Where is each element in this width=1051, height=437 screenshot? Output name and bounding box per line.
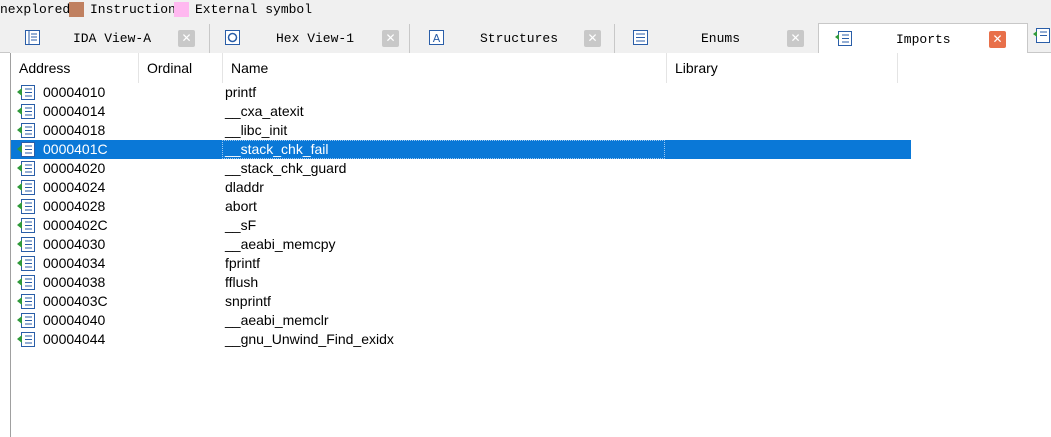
import-entry-icon [16, 122, 36, 139]
legend-label-instruction: Instruction [90, 2, 176, 17]
close-icon[interactable]: ✕ [178, 30, 195, 47]
column-header-library[interactable]: Library [667, 53, 898, 83]
import-entry-icon [16, 198, 36, 215]
table-row[interactable]: 00004028 abort [11, 197, 911, 216]
external-symbol-color-swatch [174, 2, 189, 17]
address-cell: 00004044 [43, 331, 106, 347]
imports-icon [835, 30, 852, 47]
color-legend: nexplored Instruction External symbol [0, 0, 1051, 22]
import-entry-icon [16, 255, 36, 272]
import-entry-icon [16, 236, 36, 253]
tab-label: Structures [480, 31, 559, 46]
close-icon[interactable]: ✕ [382, 30, 399, 47]
import-entry-icon [16, 312, 36, 329]
address-cell: 0000403C [43, 293, 108, 309]
focus-rectangle [222, 140, 665, 159]
tab-hex-view-1[interactable]: Hex View-1 ✕ [210, 24, 410, 53]
close-icon[interactable]: ✕ [787, 30, 804, 47]
tab-label: Enums [701, 31, 741, 46]
hex-view-icon [224, 29, 241, 46]
column-header-name[interactable]: Name [223, 53, 667, 83]
name-cell: __stack_chk_guard [225, 160, 347, 176]
import-entry-icon [16, 160, 36, 177]
table-row[interactable]: 00004020 __stack_chk_guard [11, 159, 911, 178]
name-cell: fflush [225, 274, 259, 290]
address-cell: 00004038 [43, 274, 106, 290]
table-row[interactable]: 00004038 fflush [11, 273, 911, 292]
next-tab-icon[interactable] [1033, 26, 1051, 48]
name-cell: dladdr [225, 179, 264, 195]
column-header-ordinal[interactable]: Ordinal [139, 53, 223, 83]
tab-label: Hex View-1 [276, 31, 355, 46]
name-cell: snprintf [225, 293, 271, 309]
address-cell: 00004034 [43, 255, 106, 271]
name-cell: fprintf [225, 255, 261, 271]
import-entry-icon [16, 84, 36, 101]
import-entry-icon [16, 141, 36, 158]
name-cell: __aeabi_memclr [225, 312, 329, 328]
name-cell: printf [225, 84, 257, 100]
name-cell: __sF [225, 217, 257, 233]
table-header: Address Ordinal Name Library [11, 53, 1051, 83]
enums-icon [632, 29, 649, 46]
import-entry-icon [16, 274, 36, 291]
structures-icon: A [428, 29, 445, 46]
address-cell: 00004024 [43, 179, 106, 195]
name-cell: __aeabi_memcpy [225, 236, 336, 252]
tab-label: Imports [896, 32, 951, 47]
table-row[interactable]: 00004018 __libc_init [11, 121, 911, 140]
imports-table: 00004010 printf 00004014 __cxa_atexit 00… [11, 83, 911, 349]
legend-label-external-symbol: External symbol [195, 2, 313, 17]
legend-label-unexplored: nexplored [0, 2, 71, 17]
name-cell: __cxa_atexit [225, 103, 304, 119]
address-cell: 0000402C [43, 217, 108, 233]
column-header-address[interactable]: Address [11, 53, 139, 83]
instruction-color-swatch [69, 2, 84, 17]
tab-imports[interactable]: Imports ✕ [818, 23, 1028, 54]
table-row[interactable]: 00004014 __cxa_atexit [11, 102, 911, 121]
address-cell: 00004018 [43, 122, 106, 138]
imports-pane[interactable]: Address Ordinal Name Library 00004010 pr… [10, 53, 1051, 437]
name-cell: abort [225, 198, 257, 214]
tab-bar: IDA View-A ✕ Hex View-1 ✕ A Structures ✕… [0, 22, 1051, 54]
close-icon[interactable]: ✕ [584, 30, 601, 47]
import-entry-icon [16, 179, 36, 196]
tab-label: IDA View-A [73, 31, 152, 46]
address-cell: 00004030 [43, 236, 106, 252]
table-row[interactable]: 00004030 __aeabi_memcpy [11, 235, 911, 254]
import-entry-icon [16, 103, 36, 120]
table-row[interactable]: 0000403C snprintf [11, 292, 911, 311]
name-cell: __libc_init [225, 122, 288, 138]
table-row[interactable]: 00004034 fprintf [11, 254, 911, 273]
name-cell: __gnu_Unwind_Find_exidx [225, 331, 394, 347]
address-cell: 00004010 [43, 84, 106, 100]
import-entry-icon [16, 217, 36, 234]
close-icon[interactable]: ✕ [989, 31, 1006, 48]
table-row[interactable]: 00004040 __aeabi_memclr [11, 311, 911, 330]
tab-ida-view-a[interactable]: IDA View-A ✕ [10, 24, 210, 53]
import-entry-icon [16, 293, 36, 310]
svg-text:A: A [433, 32, 441, 45]
address-cell: 0000401C [43, 141, 108, 157]
table-row[interactable]: 00004010 printf [11, 83, 911, 102]
address-cell: 00004040 [43, 312, 106, 328]
address-cell: 00004028 [43, 198, 106, 214]
table-row[interactable]: 00004024 dladdr [11, 178, 911, 197]
import-entry-icon [16, 331, 36, 348]
table-row[interactable]: 0000401C __stack_chk_fail [11, 140, 911, 159]
address-cell: 00004020 [43, 160, 106, 176]
tab-structures[interactable]: A Structures ✕ [410, 24, 615, 53]
table-row[interactable]: 0000402C __sF [11, 216, 911, 235]
tab-enums[interactable]: Enums ✕ [615, 24, 820, 53]
table-row[interactable]: 00004044 __gnu_Unwind_Find_exidx [11, 330, 911, 349]
address-cell: 00004014 [43, 103, 106, 119]
ida-view-icon [24, 29, 41, 46]
